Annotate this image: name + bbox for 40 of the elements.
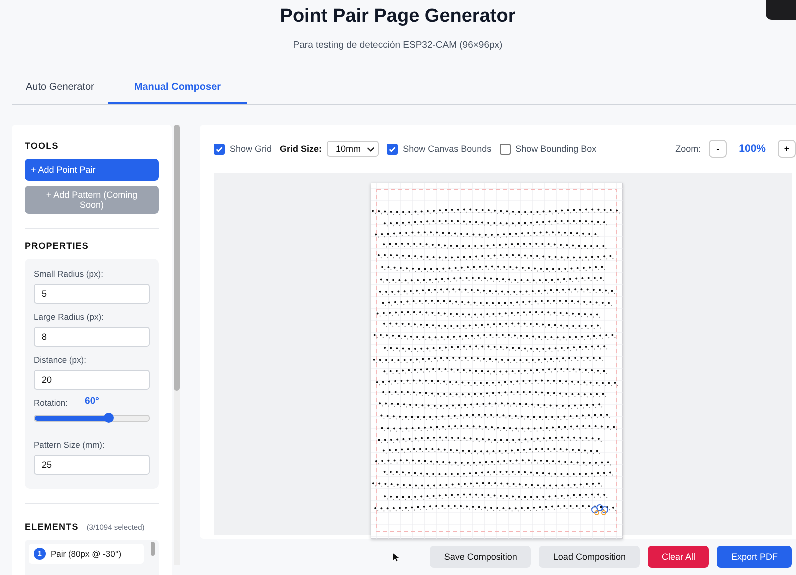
scrollbar-thumb[interactable] bbox=[151, 542, 155, 556]
action-button[interactable]: Export PDF bbox=[717, 546, 792, 568]
grid-size-dropdown[interactable]: 10mm bbox=[327, 141, 380, 157]
input-field[interactable]: 8 bbox=[34, 327, 150, 347]
element-label: Pair (80px @ -30°) bbox=[51, 549, 122, 559]
cursor-icon bbox=[392, 552, 400, 562]
page-subtitle: Para testing de detección ESP32-CAM (96×96px) bbox=[293, 40, 503, 51]
section-heading: PROPERTIES bbox=[25, 241, 90, 251]
checkbox[interactable] bbox=[214, 144, 225, 154]
zoom-out-button[interactable]: - bbox=[709, 140, 728, 158]
rotation-slider[interactable] bbox=[34, 415, 150, 422]
input-field[interactable]: 5 bbox=[34, 284, 150, 304]
checkbox[interactable] bbox=[500, 144, 511, 154]
input-field[interactable]: 25 bbox=[34, 455, 150, 475]
action-button[interactable]: Clear All bbox=[648, 546, 710, 568]
checkbox-label: Show Grid bbox=[230, 144, 272, 154]
tool-button[interactable]: + Add Point Pair bbox=[25, 159, 159, 181]
checkbox[interactable] bbox=[387, 144, 398, 154]
zoom-in-button[interactable]: + bbox=[778, 140, 796, 158]
field-label: Large Radius (px): bbox=[34, 312, 105, 322]
field-label: Rotation: bbox=[34, 398, 68, 408]
zoom-value: 100% bbox=[739, 143, 766, 155]
field-label: Small Radius (px): bbox=[34, 269, 104, 279]
page-title: Point Pair Page Generator bbox=[280, 6, 516, 28]
tab[interactable]: Manual Composer bbox=[108, 73, 248, 104]
tab[interactable]: Auto Generator bbox=[12, 73, 108, 104]
field-label: Pattern Size (mm): bbox=[34, 440, 106, 450]
caret-icon bbox=[367, 146, 376, 152]
section-heading: ELEMENTS bbox=[25, 522, 79, 532]
zoom-label: Zoom: bbox=[676, 144, 702, 154]
scrollbar-thumb[interactable] bbox=[174, 125, 180, 391]
action-button[interactable]: Load Composition bbox=[539, 546, 640, 568]
action-button[interactable]: Save Composition bbox=[430, 546, 532, 568]
checkbox-label: Show Canvas Bounds bbox=[403, 144, 492, 154]
input-field[interactable]: 20 bbox=[34, 370, 150, 390]
rotation-value: 60° bbox=[85, 396, 100, 409]
field-label: Distance (px): bbox=[34, 355, 88, 365]
field-label: Grid Size: bbox=[280, 144, 322, 154]
checkbox-label: Show Bounding Box bbox=[516, 144, 597, 154]
section-heading: TOOLS bbox=[25, 141, 60, 151]
